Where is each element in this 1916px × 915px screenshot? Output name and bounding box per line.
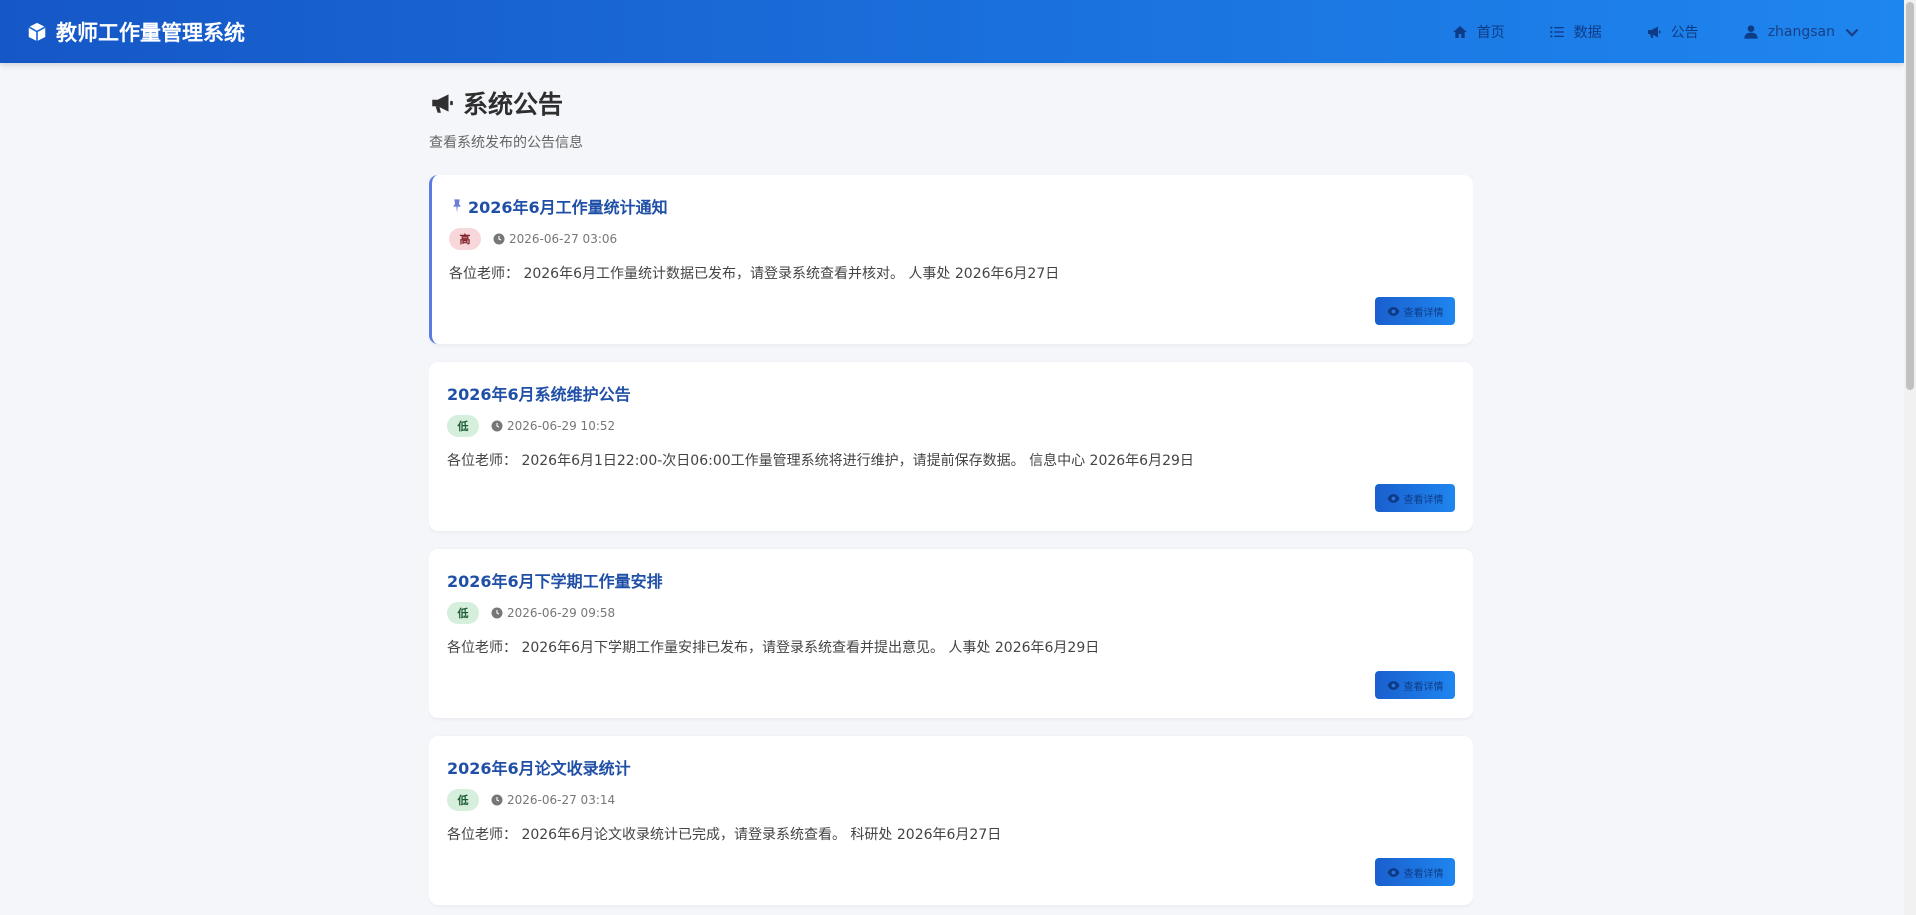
- clock-icon: [493, 233, 505, 245]
- app-title: 教师工作量管理系统: [56, 20, 245, 45]
- announcement-title[interactable]: 2026年6月论文收录统计: [447, 755, 631, 779]
- announcement-content: 各位老师： 2026年6月论文收录统计已完成，请登录系统查看。 科研处 2026…: [447, 827, 1002, 843]
- announcement-title[interactable]: 2026年6月工作量统计通知: [449, 194, 668, 218]
- page-title: 系统公告: [429, 85, 1473, 121]
- view-detail-button[interactable]: 查看详情: [1375, 671, 1455, 699]
- announcement-time: 2026-06-29 10:52: [491, 419, 615, 433]
- announcement-time: 2026-06-29 09:58: [491, 606, 615, 620]
- nav-home-label: 首页: [1476, 24, 1505, 41]
- announcement-content: 各位老师： 2026年6月下学期工作量安排已发布，请登录系统查看并提出意见。 人…: [447, 640, 1100, 656]
- user-icon: [1744, 24, 1758, 39]
- clock-icon: [491, 607, 503, 619]
- scrollbar-thumb[interactable]: [1906, 2, 1914, 390]
- pin-icon: [453, 199, 461, 213]
- main-content: 系统公告 查看系统发布的公告信息: [429, 63, 1473, 152]
- announcement-title-text: 2026年6月论文收录统计: [447, 759, 631, 778]
- announcement-title[interactable]: 2026年6月下学期工作量安排: [447, 568, 663, 592]
- priority-badge: 高: [449, 228, 481, 250]
- brand-link[interactable]: 教师工作量管理系统: [26, 0, 245, 63]
- announcement-card: 2026年6月下学期工作量安排 低 2026-06-29 09:58 各位老师：…: [429, 549, 1473, 718]
- view-detail-button[interactable]: 查看详情: [1375, 484, 1455, 512]
- vertical-scrollbar[interactable]: [1904, 0, 1916, 915]
- eye-icon: [1387, 493, 1399, 503]
- announcement-time-text: 2026-06-29 10:52: [507, 419, 616, 433]
- page-subtitle: 查看系统发布的公告信息: [429, 135, 583, 151]
- announcement-time: 2026-06-27 03:14: [491, 793, 615, 807]
- nav-announcements-label: 公告: [1670, 24, 1699, 41]
- announcement-time-text: 2026-06-29 09:58: [507, 606, 616, 620]
- announcement-meta: 高 2026-06-27 03:06: [449, 228, 617, 250]
- top-navbar: 教师工作量管理系统 首页 数据 公告 zhangsan: [0, 0, 1904, 63]
- clock-icon: [491, 794, 503, 806]
- announcement-content: 各位老师： 2026年6月工作量统计数据已发布，请登录系统查看并核对。 人事处 …: [449, 266, 1060, 282]
- priority-badge: 低: [447, 415, 479, 437]
- megaphone-icon: [1647, 26, 1661, 38]
- priority-badge: 低: [447, 789, 479, 811]
- megaphone-icon: [432, 94, 453, 113]
- announcement-title-text: 2026年6月下学期工作量安排: [447, 572, 663, 591]
- announcement-title-text: 2026年6月系统维护公告: [447, 385, 631, 404]
- announcement-card: 2026年6月论文收录统计 低 2026-06-27 03:14 各位老师： 2…: [429, 736, 1473, 905]
- priority-badge: 低: [447, 602, 479, 624]
- view-detail-label: 查看详情: [1403, 868, 1444, 880]
- clock-icon: [491, 420, 503, 432]
- chevron-down-icon: [1845, 28, 1859, 37]
- view-detail-label: 查看详情: [1403, 681, 1444, 693]
- nav-links: 首页 数据 公告 zhangsan: [1408, 0, 1860, 63]
- cube-icon: [28, 22, 46, 41]
- home-icon: [1453, 25, 1467, 38]
- nav-data[interactable]: 数据: [1549, 22, 1602, 42]
- view-detail-label: 查看详情: [1403, 494, 1444, 506]
- announcement-time-text: 2026-06-27 03:14: [507, 793, 616, 807]
- eye-icon: [1387, 867, 1399, 877]
- user-menu[interactable]: zhangsan: [1743, 24, 1860, 40]
- eye-icon: [1387, 306, 1399, 316]
- nav-data-label: 数据: [1573, 24, 1602, 41]
- page-title-text: 系统公告: [463, 90, 564, 119]
- announcement-list: 2026年6月工作量统计通知 高 2026-06-27 03:06 各位老师： …: [429, 175, 1473, 915]
- announcement-card: 2026年6月工作量统计通知 高 2026-06-27 03:06 各位老师： …: [429, 175, 1473, 344]
- announcement-meta: 低 2026-06-29 09:58: [447, 602, 615, 624]
- announcement-title[interactable]: 2026年6月系统维护公告: [447, 381, 631, 405]
- announcement-meta: 低 2026-06-29 10:52: [447, 415, 615, 437]
- list-icon: [1550, 26, 1564, 37]
- announcement-meta: 低 2026-06-27 03:14: [447, 789, 615, 811]
- user-name: zhangsan: [1767, 23, 1835, 40]
- eye-icon: [1387, 680, 1399, 690]
- announcement-time-text: 2026-06-27 03:06: [509, 232, 618, 246]
- announcement-time: 2026-06-27 03:06: [493, 232, 617, 246]
- announcement-card: 2026年6月系统维护公告 低 2026-06-29 10:52 各位老师： 2…: [429, 362, 1473, 531]
- nav-announcements[interactable]: 公告: [1646, 22, 1699, 42]
- announcement-content: 各位老师： 2026年6月1日22:00-次日06:00工作量管理系统将进行维护…: [447, 453, 1194, 469]
- view-detail-button[interactable]: 查看详情: [1375, 297, 1455, 325]
- announcement-title-text: 2026年6月工作量统计通知: [468, 198, 668, 217]
- nav-home[interactable]: 首页: [1452, 22, 1505, 42]
- view-detail-button[interactable]: 查看详情: [1375, 858, 1455, 886]
- view-detail-label: 查看详情: [1403, 307, 1444, 319]
